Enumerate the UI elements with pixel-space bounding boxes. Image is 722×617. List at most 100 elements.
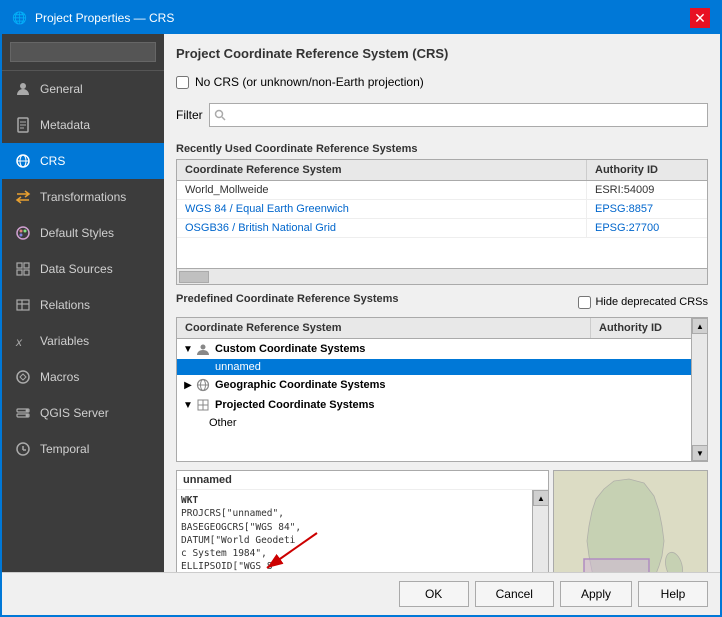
cancel-button[interactable]: Cancel (475, 581, 554, 607)
pred-col-authority: Authority ID (591, 318, 691, 338)
sidebar-item-crs[interactable]: CRS (2, 143, 164, 179)
doc-icon (14, 116, 32, 134)
col-authority-header: Authority ID (587, 160, 707, 180)
arrows-icon (14, 188, 32, 206)
clock-icon (14, 440, 32, 458)
button-bar: OK Cancel Apply Help (2, 572, 720, 615)
main-content: General Metadata (2, 34, 720, 572)
recently-used-section: Recently Used Coordinate Reference Syste… (176, 143, 708, 285)
sidebar-item-data-sources[interactable]: Data Sources (2, 251, 164, 287)
palette-icon (14, 224, 32, 242)
grid-icon (14, 260, 32, 278)
tree-row-unnamed[interactable]: unnamed (177, 359, 691, 375)
map-africa-svg: + (554, 471, 708, 572)
no-crs-checkbox[interactable] (176, 76, 189, 89)
sidebar: General Metadata (2, 34, 164, 572)
col-crs-header: Coordinate Reference System (177, 160, 587, 180)
expand-icon: ▼ (181, 400, 195, 411)
expand-icon: ▼ (181, 344, 195, 355)
sidebar-search-area (2, 34, 164, 71)
sidebar-item-qgis-server[interactable]: QGIS Server (2, 395, 164, 431)
window-title: Project Properties — CRS (35, 11, 174, 25)
wkt-scroll-up[interactable]: ▲ (533, 490, 549, 506)
pred-col-crs: Coordinate Reference System (177, 318, 591, 338)
title-bar: 🌐 Project Properties — CRS ✕ (2, 2, 720, 34)
recently-used-scrollbar[interactable] (177, 268, 707, 284)
sidebar-item-metadata[interactable]: Metadata (2, 107, 164, 143)
sidebar-item-macros[interactable]: Macros (2, 359, 164, 395)
sidebar-item-label: QGIS Server (40, 406, 109, 420)
search-icon (214, 109, 226, 121)
tree-row-geographic[interactable]: ▶ Geographic Coordinate Systems (177, 375, 691, 395)
user-icon (195, 341, 211, 357)
sidebar-item-transformations[interactable]: Transformations (2, 179, 164, 215)
table-icon (14, 296, 32, 314)
sidebar-item-label: Data Sources (40, 262, 113, 276)
help-button[interactable]: Help (638, 581, 708, 607)
main-window: 🌐 Project Properties — CRS ✕ General (0, 0, 722, 617)
predefined-header: Predefined Coordinate Reference Systems … (176, 293, 708, 311)
title-bar-left: 🌐 Project Properties — CRS (12, 11, 174, 25)
tree-label: Other (209, 417, 237, 429)
authority-id: EPSG:8857 (587, 200, 707, 218)
recently-used-table-header: Coordinate Reference System Authority ID (177, 160, 707, 181)
map-content: + (554, 471, 707, 572)
hide-deprecated-checkbox[interactable] (578, 296, 591, 309)
window-icon: 🌐 (12, 11, 27, 25)
hide-deprecated-label: Hide deprecated CRSs (595, 296, 708, 308)
sidebar-item-label: Default Styles (40, 226, 114, 240)
sidebar-item-general[interactable]: General (2, 71, 164, 107)
authority-id: ESRI:54009 (587, 181, 707, 199)
sidebar-item-relations[interactable]: Relations (2, 287, 164, 323)
tree-label: Projected Coordinate Systems (215, 399, 375, 411)
macro-icon (14, 368, 32, 386)
tree-row-other[interactable]: Other (177, 415, 691, 431)
predefined-table-scrollbar[interactable]: ▲ ▼ (691, 318, 707, 461)
globe-icon (14, 152, 32, 170)
sidebar-item-label: Macros (40, 370, 79, 384)
grid2-icon (195, 397, 211, 413)
tree-label: unnamed (215, 361, 261, 373)
person-icon (14, 80, 32, 98)
close-button[interactable]: ✕ (690, 8, 710, 28)
scroll-down-btn[interactable]: ▼ (692, 445, 708, 461)
sidebar-item-temporal[interactable]: Temporal (2, 431, 164, 467)
svg-text:x: x (15, 335, 23, 349)
page-title: Project Coordinate Reference System (CRS… (176, 46, 708, 61)
sidebar-item-default-styles[interactable]: Default Styles (2, 215, 164, 251)
tree-label: Custom Coordinate Systems (215, 343, 365, 355)
table-row[interactable]: World_Mollweide ESRI:54009 (177, 181, 707, 200)
globe2-icon (195, 377, 211, 393)
wkt-panel: unnamed WKT PROJCRS["unnamed", BASEGEOGC… (176, 470, 549, 572)
filter-input[interactable] (226, 106, 703, 124)
no-crs-label: No CRS (or unknown/non-Earth projection) (195, 75, 424, 89)
scroll-up-btn[interactable]: ▲ (692, 318, 708, 334)
apply-button[interactable]: Apply (560, 581, 632, 607)
bottom-panels: unnamed WKT PROJCRS["unnamed", BASEGEOGC… (176, 470, 708, 572)
table-row[interactable]: OSGB36 / British National Grid EPSG:2770… (177, 219, 707, 238)
expand-icon: ▶ (181, 380, 195, 391)
tree-label: Geographic Coordinate Systems (215, 379, 386, 391)
table-row[interactable]: WGS 84 / Equal Earth Greenwich EPSG:8857 (177, 200, 707, 219)
wkt-scrollbar[interactable]: ▲ ▼ (532, 490, 548, 572)
sidebar-item-label: CRS (40, 154, 65, 168)
predefined-table-header: Coordinate Reference System Authority ID (177, 318, 691, 339)
predefined-section: Predefined Coordinate Reference Systems … (176, 293, 708, 462)
sidebar-search-input[interactable] (10, 42, 156, 62)
authority-id: EPSG:27700 (587, 219, 707, 237)
hide-deprecated-row: Hide deprecated CRSs (578, 296, 708, 309)
recently-used-table: Coordinate Reference System Authority ID… (176, 159, 708, 285)
sidebar-item-label: Transformations (40, 190, 126, 204)
filter-row: Filter (176, 103, 708, 127)
var-icon: x (14, 332, 32, 350)
wkt-content: WKT PROJCRS["unnamed", BASEGEOGCRS["WGS … (177, 490, 532, 572)
tree-row-custom[interactable]: ▼ Custom Coordinate Systems (177, 339, 691, 359)
sidebar-item-variables[interactable]: x Variables (2, 323, 164, 359)
wkt-text: PROJCRS["unnamed", BASEGEOGCRS["WGS 84",… (181, 508, 324, 572)
tree-row-projected[interactable]: ▼ Projected Coordinate Systems (177, 395, 691, 415)
content-area: Project Coordinate Reference System (CRS… (164, 34, 720, 572)
ok-button[interactable]: OK (399, 581, 469, 607)
wkt-label: WKT (181, 494, 528, 507)
recently-used-title: Recently Used Coordinate Reference Syste… (176, 143, 708, 155)
no-crs-row: No CRS (or unknown/non-Earth projection) (176, 75, 708, 89)
